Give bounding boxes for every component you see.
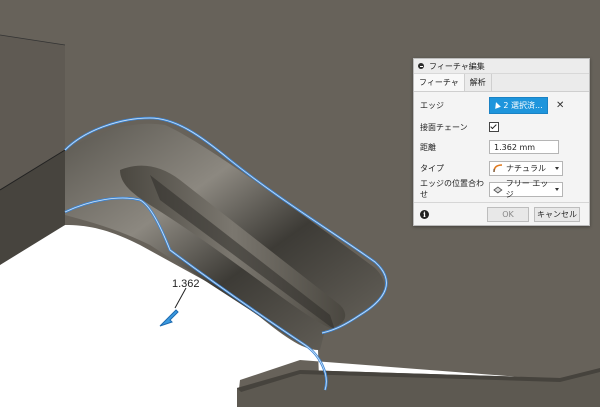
position-dropdown[interactable]: フリー エッジ: [489, 179, 563, 199]
distance-label: 距離: [420, 142, 436, 152]
cancel-button[interactable]: キャンセル: [534, 206, 580, 222]
edge-select-button[interactable]: 2 選択済...: [489, 96, 548, 114]
free-edge-icon: [493, 186, 503, 193]
edge-row: エッジ 2 選択済... ✕: [420, 96, 583, 114]
dialog-tabs: フィーチャ 解析: [414, 74, 589, 92]
position-row: エッジの位置合わせ フリー エッジ: [420, 179, 583, 199]
position-label: エッジの位置合わせ: [420, 179, 484, 199]
chevron-down-icon: [555, 166, 559, 170]
type-dropdown[interactable]: ナチュラル: [489, 160, 563, 176]
type-row: タイプ ナチュラル: [420, 160, 583, 176]
cursor-icon: [493, 101, 502, 109]
tangent-chain-checkbox[interactable]: [489, 122, 499, 132]
ok-button[interactable]: OK: [487, 206, 529, 222]
dimension-label[interactable]: 1.362: [172, 278, 200, 290]
dialog-title-bar[interactable]: フィーチャ編集: [414, 59, 589, 74]
distance-row: 距離 1.362 mm: [420, 139, 583, 155]
type-value: ナチュラル: [506, 163, 546, 173]
chevron-down-icon: [555, 187, 559, 191]
distance-input[interactable]: 1.362 mm: [489, 140, 559, 154]
info-icon[interactable]: i: [420, 209, 429, 219]
type-label: タイプ: [420, 163, 444, 173]
position-value: フリー エッジ: [505, 179, 549, 199]
edge-label: エッジ: [420, 100, 444, 110]
edge-select-value: 2 選択済...: [503, 100, 543, 110]
dialog-title: フィーチャ編集: [429, 61, 485, 71]
tangent-row: 接面チェーン: [420, 119, 583, 135]
tab-feature[interactable]: フィーチャ: [414, 74, 465, 91]
natural-type-icon: [493, 163, 503, 172]
dialog-footer: i OK キャンセル: [414, 202, 589, 225]
tangent-label: 接面チェーン: [420, 122, 468, 132]
drag-arrow-handle[interactable]: [159, 309, 179, 327]
collapse-icon[interactable]: [418, 63, 424, 69]
tab-analysis[interactable]: 解析: [465, 74, 492, 91]
dimension-leader: [174, 287, 187, 309]
edit-feature-dialog: フィーチャ編集 フィーチャ 解析 エッジ 2 選択済... ✕ 接面チェーン 距…: [413, 58, 590, 226]
clear-selection-icon[interactable]: ✕: [556, 100, 564, 111]
